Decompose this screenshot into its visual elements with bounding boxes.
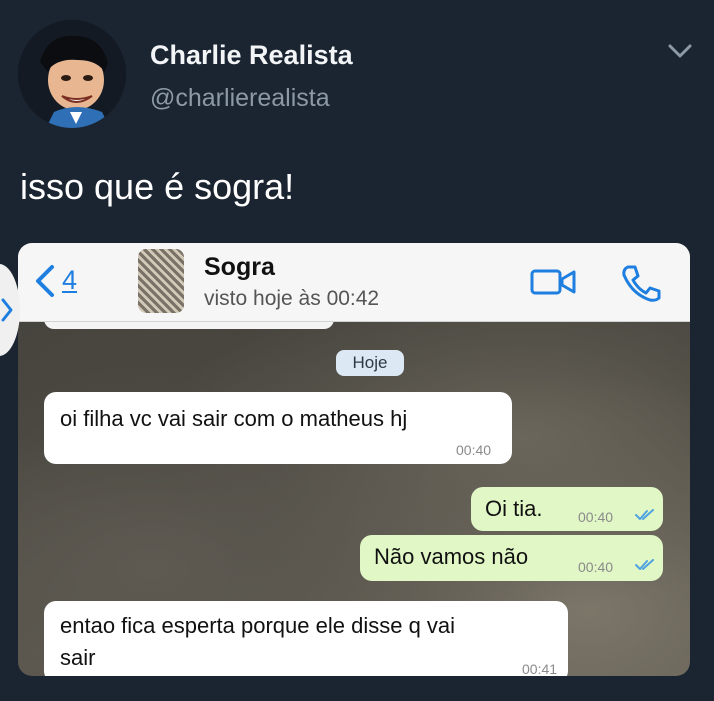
avatar[interactable] bbox=[18, 20, 126, 128]
phone-icon bbox=[622, 265, 661, 302]
tweet-text: isso que é sogra! bbox=[20, 166, 295, 207]
incoming-message[interactable]: oi filha vc vai sair com o matheus hj 00… bbox=[44, 392, 512, 464]
contact-name[interactable]: Sogra bbox=[204, 253, 275, 282]
video-camera-icon bbox=[530, 269, 576, 295]
message-text: entao fica esperta porque ele disse q va… bbox=[60, 613, 456, 638]
chevron-right-icon bbox=[1, 298, 13, 322]
chat-header: 4 Sogra visto hoje às 00:42 bbox=[18, 243, 690, 322]
message-text: sair bbox=[60, 645, 96, 670]
unread-count: 4 bbox=[62, 265, 78, 295]
voice-call-button[interactable] bbox=[620, 263, 662, 303]
tweet-menu-button[interactable] bbox=[664, 38, 696, 64]
message-text: Oi tia. bbox=[485, 496, 543, 521]
caricature-avatar-image bbox=[18, 20, 126, 128]
author-handle[interactable]: @charlierealista bbox=[150, 84, 330, 113]
message-text: Não vamos não bbox=[374, 544, 529, 569]
date-separator: Hoje bbox=[336, 350, 404, 376]
contact-status: visto hoje às 00:42 bbox=[204, 287, 380, 310]
outgoing-message[interactable]: Não vamos não 00:40 bbox=[360, 535, 663, 581]
message-time: 00:40 bbox=[578, 559, 614, 575]
contact-photo[interactable] bbox=[138, 249, 184, 313]
chevron-left-icon bbox=[36, 265, 54, 297]
incoming-message[interactable]: entao fica esperta porque ele disse q va… bbox=[44, 601, 568, 676]
outgoing-message[interactable]: Oi tia. 00:40 bbox=[471, 487, 663, 531]
author-name[interactable]: Charlie Realista bbox=[150, 40, 353, 71]
message-time: 00:40 bbox=[578, 509, 614, 525]
read-receipt-icon bbox=[635, 509, 654, 520]
message-text: oi filha vc vai sair com o matheus hj bbox=[60, 406, 408, 431]
message-time: 00:40 bbox=[456, 442, 492, 458]
media-nav-button[interactable] bbox=[0, 264, 20, 356]
chat-screenshot[interactable]: 4 Sogra visto hoje às 00:42 Hoje oi filh… bbox=[18, 243, 690, 676]
video-call-button[interactable] bbox=[530, 267, 578, 297]
chevron-down-icon bbox=[668, 44, 692, 58]
read-receipt-icon bbox=[635, 559, 654, 570]
message-time: 00:41 bbox=[522, 661, 558, 676]
